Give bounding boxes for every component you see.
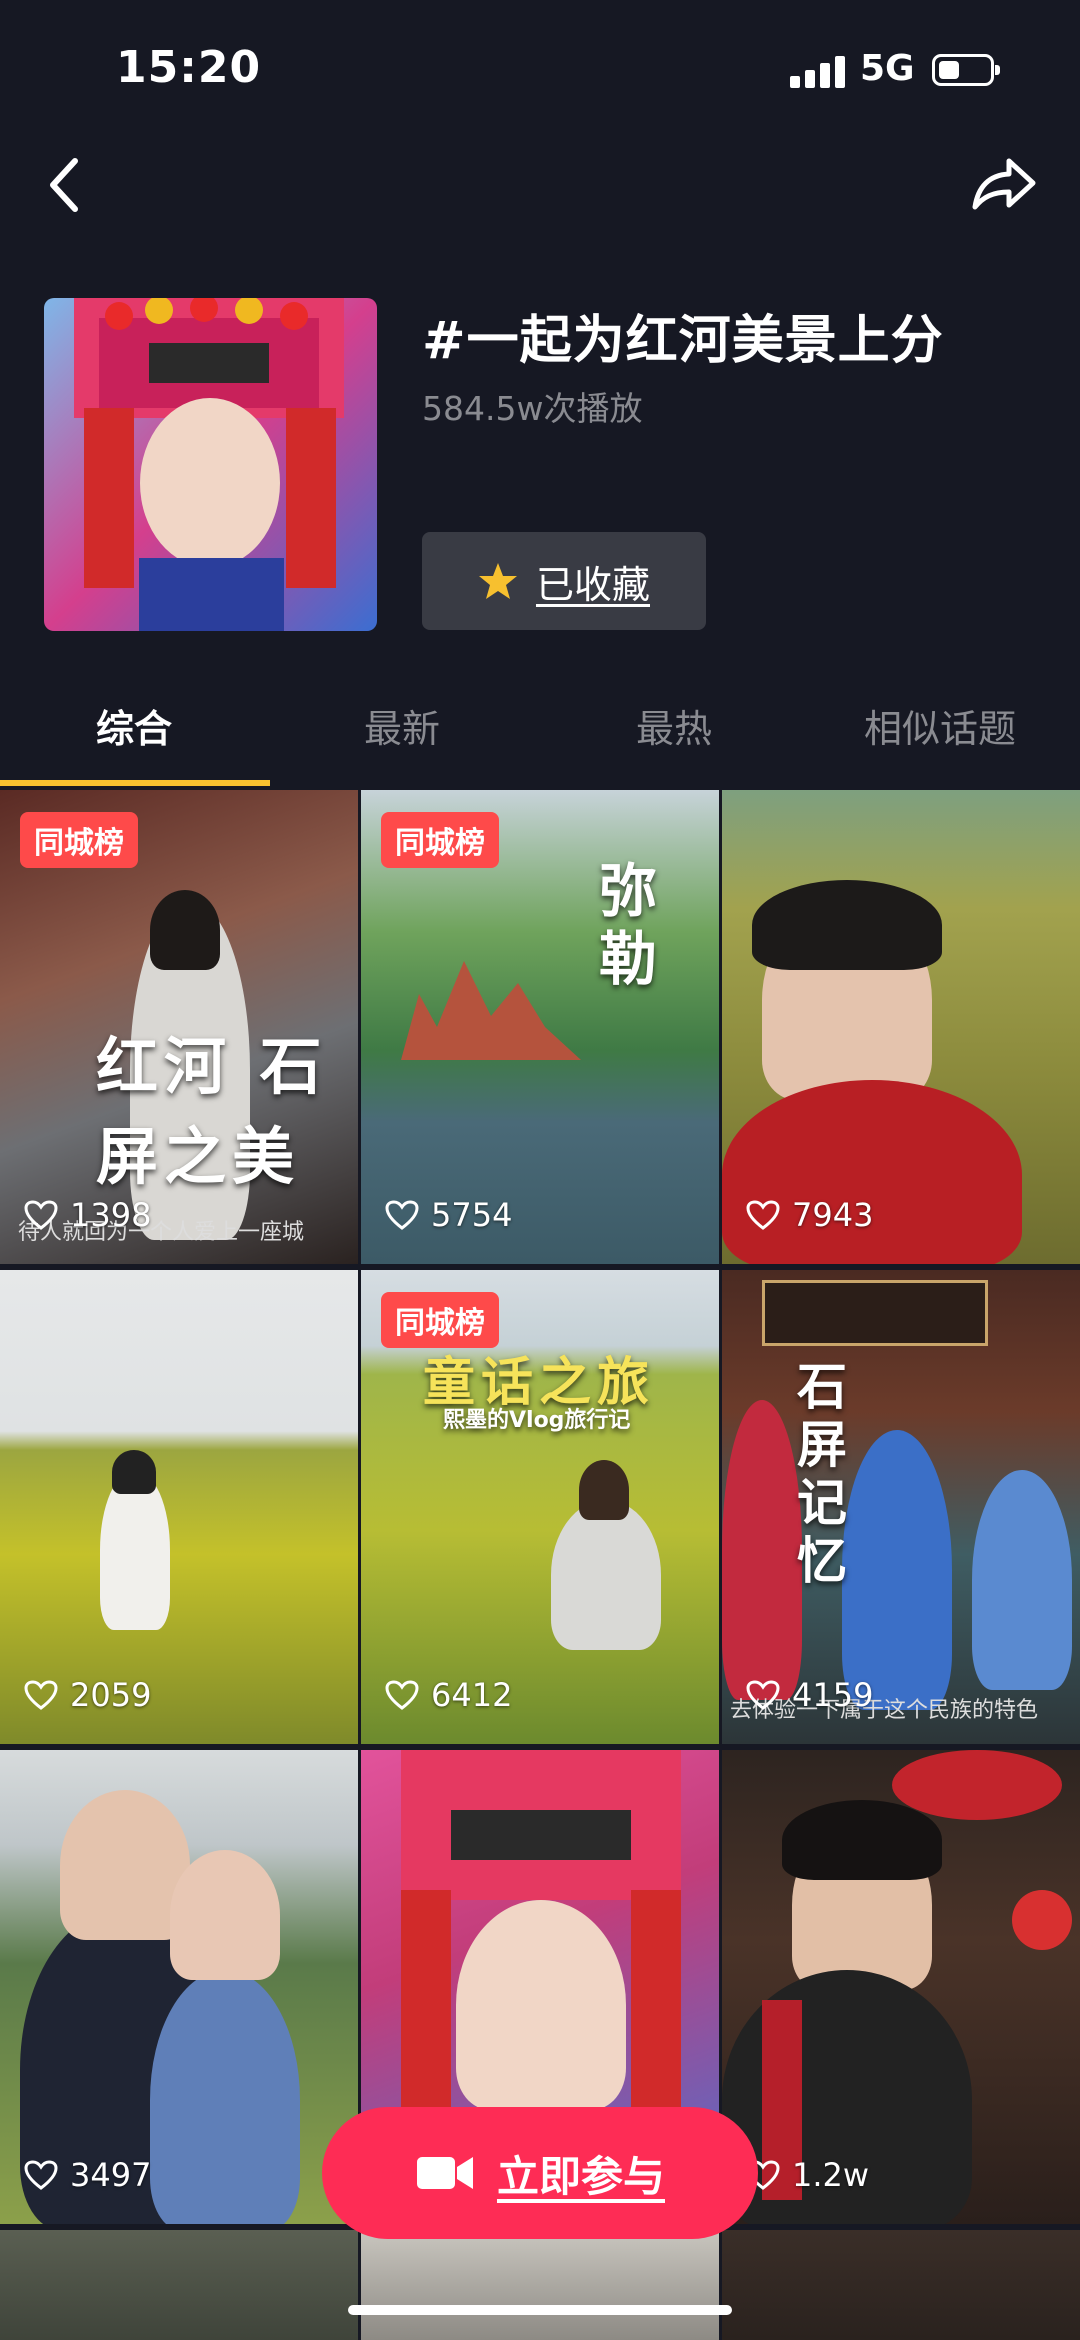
battery-icon — [932, 54, 1000, 86]
tab-bar: 综合 最新 最热 相似话题 — [0, 690, 1080, 780]
heart-icon — [385, 1200, 419, 1230]
signal-icon — [790, 56, 846, 88]
network-label: 5G — [860, 48, 915, 89]
home-indicator[interactable] — [348, 2305, 732, 2315]
like-count: 7943 — [746, 1196, 873, 1234]
like-count: 1.2w — [746, 2156, 869, 2194]
like-count: 5754 — [385, 1196, 512, 1234]
video-overlay-text: 石屏记忆 — [789, 1360, 848, 1592]
like-count: 3497 — [24, 2156, 151, 2194]
tab-hottest[interactable]: 最热 — [636, 698, 712, 753]
tab-latest[interactable]: 最新 — [364, 698, 440, 753]
video-card[interactable]: 7943 — [722, 790, 1080, 1264]
heart-icon — [746, 1680, 780, 1710]
video-card[interactable]: 弥勒 同城榜 5754 — [361, 790, 719, 1264]
tab-general[interactable]: 综合 — [96, 698, 172, 753]
video-card[interactable]: 红河 石屏之美 待人就回为一个人爱上一座城 同城榜 1398 — [0, 790, 358, 1264]
city-rank-badge: 同城榜 — [20, 812, 138, 868]
share-button[interactable] — [964, 148, 1044, 220]
like-count: 4159 — [746, 1676, 873, 1714]
video-card[interactable]: 3497 — [0, 1750, 358, 2224]
topic-cover-image — [44, 298, 377, 631]
video-card[interactable]: 1.2w — [722, 1750, 1080, 2224]
like-count-label: 3497 — [70, 2156, 152, 2194]
status-time: 15:20 — [116, 42, 262, 93]
share-icon — [972, 158, 1036, 210]
topic-title: #一起为红河美景上分 — [422, 311, 944, 371]
chevron-left-icon — [50, 158, 78, 212]
like-count-label: 1398 — [70, 1196, 152, 1234]
video-subtitle: 熙墨的Vlog旅行记 — [443, 1408, 631, 1433]
video-overlay-text: 弥勒 — [589, 860, 657, 996]
heart-icon — [24, 1200, 58, 1230]
like-count-label: 6412 — [431, 1676, 513, 1714]
city-rank-badge: 同城榜 — [381, 812, 499, 868]
back-button[interactable] — [34, 150, 94, 220]
like-count-label: 5754 — [431, 1196, 513, 1234]
collected-button[interactable]: 已收藏 — [422, 532, 706, 630]
video-card[interactable] — [0, 2230, 358, 2340]
like-count-label: 2059 — [70, 1676, 152, 1714]
star-icon — [478, 563, 517, 599]
video-camera-icon — [416, 2157, 473, 2189]
like-count: 6412 — [385, 1676, 512, 1714]
video-card[interactable]: 2059 — [0, 1270, 358, 1744]
like-count-label: 1.2w — [792, 2156, 870, 2194]
collected-label: 已收藏 — [535, 562, 650, 607]
video-card[interactable]: 石屏记忆 去体验一下属于这个民族的特色 4159 — [722, 1270, 1080, 1744]
participate-button[interactable]: 立即参与 — [322, 2107, 758, 2239]
video-card[interactable] — [361, 2230, 719, 2340]
heart-icon — [24, 2160, 58, 2190]
status-bar: 15:20 5G — [0, 0, 1080, 140]
participate-label: 立即参与 — [496, 2151, 665, 2201]
tab-similar-topics[interactable]: 相似话题 — [864, 698, 1016, 753]
tab-indicator — [0, 780, 270, 786]
city-rank-badge: 同城榜 — [381, 1292, 499, 1348]
like-count: 1398 — [24, 1196, 151, 1234]
play-count: 584.5w次播放 — [422, 389, 643, 428]
like-count: 2059 — [24, 1676, 151, 1714]
heart-icon — [746, 1200, 780, 1230]
video-card[interactable]: 童话之旅 熙墨的Vlog旅行记 同城榜 6412 — [361, 1270, 719, 1744]
video-overlay-text: 红河 石屏之美 — [96, 1030, 328, 1193]
video-card[interactable] — [722, 2230, 1080, 2340]
like-count-label: 4159 — [792, 1676, 874, 1714]
like-count-label: 7943 — [792, 1196, 874, 1234]
heart-icon — [24, 1680, 58, 1710]
heart-icon — [385, 1680, 419, 1710]
